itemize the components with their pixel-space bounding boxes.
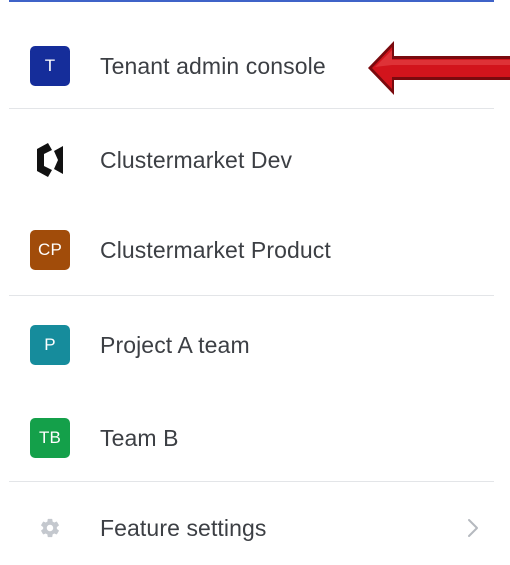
gear-icon	[30, 508, 70, 548]
menu-item-label: Clustermarket Dev	[100, 146, 293, 173]
menu-item-label: Feature settings	[100, 514, 267, 541]
red-arrow-icon	[366, 38, 510, 98]
menu-item-team-b[interactable]: TB Team B	[9, 408, 494, 468]
menu-item-project-a-team[interactable]: P Project A team	[9, 315, 494, 375]
project-a-badge: P	[30, 325, 70, 365]
tenant-badge: T	[30, 46, 70, 86]
menu-item-clustermarket-dev[interactable]: Clustermarket Dev	[9, 130, 494, 190]
menu-item-feature-settings[interactable]: Feature settings	[9, 498, 494, 558]
team-b-badge: TB	[30, 418, 70, 458]
menu-item-clustermarket-product[interactable]: CP Clustermarket Product	[9, 220, 494, 280]
chevron-right-icon	[464, 516, 482, 540]
menu-item-label: Tenant admin console	[100, 52, 326, 79]
cp-badge: CP	[30, 230, 70, 270]
divider	[9, 295, 494, 296]
menu-item-label: Clustermarket Product	[100, 236, 331, 263]
clustermarket-logo-icon	[30, 140, 70, 180]
menu-item-label: Team B	[100, 424, 179, 451]
divider	[9, 481, 494, 482]
divider	[9, 108, 494, 109]
menu-item-label: Project A team	[100, 331, 250, 358]
